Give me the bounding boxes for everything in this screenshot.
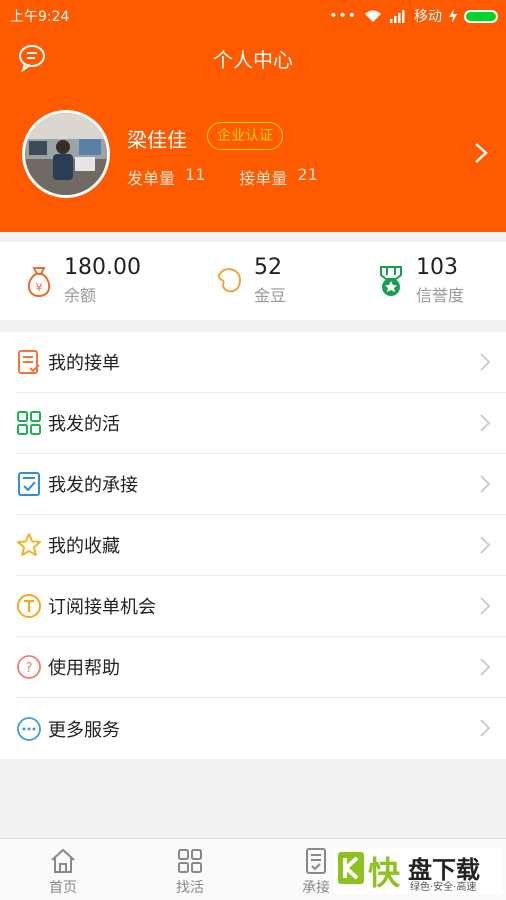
watermark-logo: 快 盘下载 绿色·安全·高速: [334, 848, 502, 894]
battery-icon: [464, 9, 498, 23]
order-list-icon: [18, 350, 40, 374]
money-bag-icon: ¥: [27, 267, 51, 298]
medal-icon: [380, 266, 402, 296]
more-icon: [17, 716, 41, 741]
tab-label: 承接: [302, 880, 330, 896]
reputation-label: 信誉度: [416, 286, 465, 305]
checklist-icon: [18, 472, 40, 496]
watermark-kuai: 快: [368, 854, 401, 892]
post-count-label: 发单量: [127, 169, 176, 188]
svg-text:?: ?: [26, 661, 33, 676]
home-icon: [51, 848, 75, 873]
reputation-value: 103: [416, 255, 458, 280]
notification-dots: •••: [329, 8, 357, 24]
help-icon: ?: [17, 655, 41, 679]
tab-label: 首页: [49, 880, 77, 896]
menu-label: 我发的活: [48, 414, 120, 435]
chevron-right-icon: [480, 353, 490, 371]
menu-label: 我的接单: [48, 353, 120, 374]
menu-label: 更多服务: [48, 719, 120, 741]
charging-icon: [449, 9, 457, 23]
chevron-right-icon: [480, 536, 490, 554]
signal-icon: [390, 10, 405, 23]
chevron-right-icon: [480, 597, 490, 615]
menu-item-my-contracts[interactable]: 我发的承接: [16, 454, 506, 515]
reputation-item[interactable]: 103 信誉度: [376, 242, 464, 320]
status-indicators: ••• 移动: [329, 6, 498, 26]
star-icon: [17, 533, 41, 556]
tab-find-jobs[interactable]: 找活: [160, 847, 220, 897]
menu-item-my-jobs[interactable]: 我发的活: [16, 393, 506, 454]
page-title: 个人中心: [213, 48, 293, 72]
menu-item-my-orders[interactable]: 我的接单: [16, 332, 506, 393]
menu-label: 使用帮助: [48, 658, 120, 679]
balance-item[interactable]: ¥ 180.00 余额: [24, 242, 141, 320]
menu-item-favorites[interactable]: 我的收藏: [16, 515, 506, 576]
user-name: 梁佳佳: [127, 128, 187, 152]
watermark-k-icon: [338, 852, 364, 884]
menu-item-subscribe[interactable]: 订阅接单机会: [16, 576, 506, 637]
watermark-slogan: 绿色·安全·高速: [410, 882, 477, 893]
take-count-label: 接单量: [239, 169, 288, 188]
profile-header: 上午9:24 ••• 移动 个人中心 梁佳佳 企业认证 发单量 11 接单量 2…: [0, 0, 506, 232]
balance-value: 180.00: [64, 255, 141, 280]
post-count-value: 11: [185, 165, 206, 184]
subscribe-icon: [17, 594, 41, 618]
balance-label: 余额: [64, 286, 97, 305]
take-count-value: 21: [297, 165, 318, 184]
menu-label: 我的收藏: [48, 536, 120, 557]
avatar[interactable]: [22, 110, 110, 198]
bean-icon: [217, 268, 242, 293]
carrier-name: 移动: [414, 9, 442, 25]
gold-bean-value: 52: [254, 255, 282, 280]
tab-home[interactable]: 首页: [33, 847, 93, 897]
menu-label: 订阅接单机会: [48, 597, 156, 618]
document-icon: [306, 848, 326, 874]
order-stats: 发单量 11 接单量 21: [127, 165, 318, 189]
gold-bean-label: 金豆: [254, 286, 287, 305]
chevron-right-icon: [480, 658, 490, 676]
grid-icon: [178, 849, 202, 873]
chevron-right-icon: [480, 414, 490, 432]
wifi-icon: [365, 10, 381, 22]
status-time: 上午9:24: [10, 9, 70, 25]
menu-item-help[interactable]: ? 使用帮助: [16, 637, 506, 698]
enterprise-verified-badge: 企业认证: [207, 122, 283, 150]
chevron-right-icon: [480, 719, 490, 737]
menu-list: 我的接单 我发的活 我发的承接 我的收藏 订阅接单机会 ? 使用帮助 更多服务: [0, 332, 506, 759]
tab-label: 找活: [176, 880, 204, 896]
wallet-summary: ¥ 180.00 余额 52 金豆 103 信誉度: [0, 242, 506, 320]
grid-icon: [17, 411, 41, 435]
menu-label: 我发的承接: [48, 475, 138, 496]
svg-text:¥: ¥: [36, 281, 43, 294]
chevron-right-icon: [480, 475, 490, 493]
chevron-right-icon[interactable]: [474, 142, 488, 164]
avatar-photo: [25, 113, 107, 195]
gold-bean-item[interactable]: 52 金豆: [214, 242, 286, 320]
menu-item-more-services[interactable]: 更多服务: [16, 698, 506, 759]
status-bar: 上午9:24 ••• 移动: [0, 0, 506, 30]
